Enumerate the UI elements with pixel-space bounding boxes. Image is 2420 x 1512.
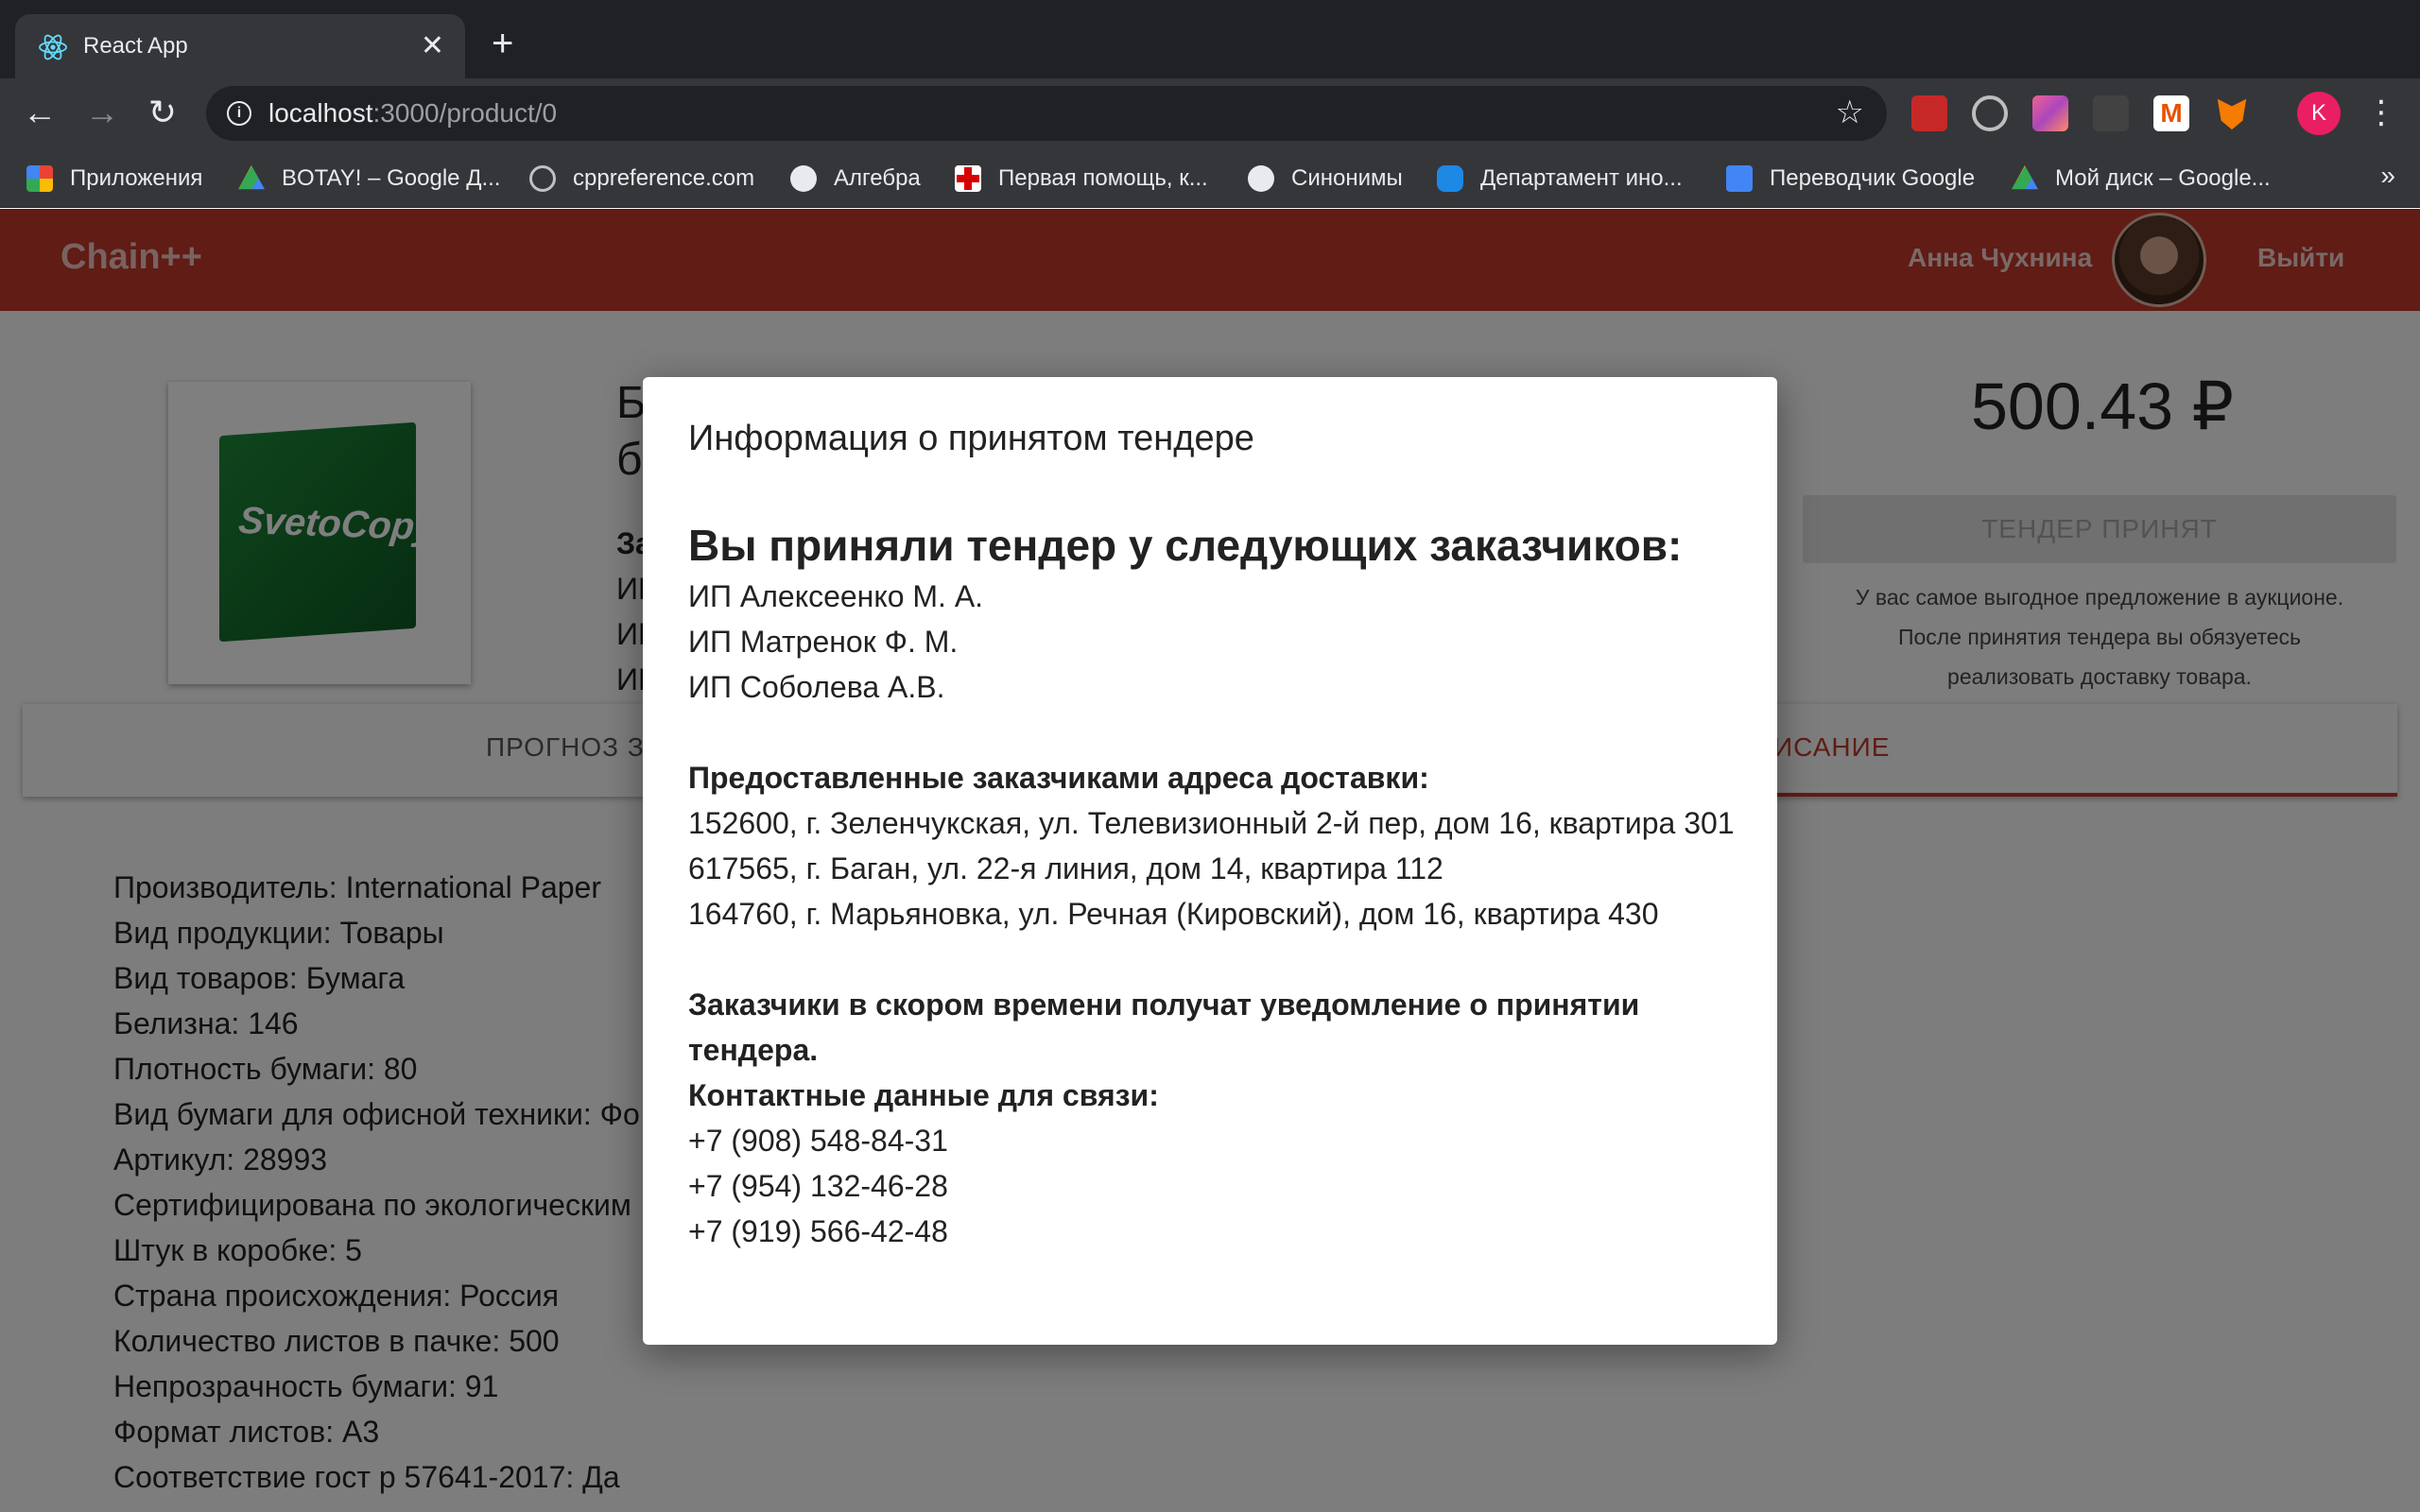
bookmark-first-aid[interactable]: Первая помощь, к... (955, 161, 1208, 197)
react-icon (39, 34, 67, 60)
bookmark-label: Синонимы (1291, 165, 1403, 191)
address-item: 617565, г. Баган, ул. 22-я линия, дом 14… (688, 851, 1443, 885)
address-item: 152600, г. Зеленчукская, ул. Телевизионн… (688, 806, 1735, 840)
google-drive-icon (238, 165, 265, 190)
address-item: 164760, г. Марьяновка, ул. Речная (Киров… (688, 897, 1659, 931)
phone-item: +7 (954) 132-46-28 (688, 1169, 948, 1203)
bookmark-algebra[interactable]: Алгебра (790, 161, 921, 197)
metamask-fox-icon[interactable] (2217, 98, 2247, 130)
red-cross-icon (955, 165, 981, 192)
bookmark-my-drive[interactable]: Мой диск – Google... (2012, 161, 2271, 197)
bookmark-synonyms[interactable]: Синонимы (1248, 161, 1403, 197)
reload-icon[interactable]: ↻ (144, 94, 182, 131)
customer-item: ИП Матренок Ф. М. (688, 625, 959, 659)
page: Chain++ Анна Чухнина Выйти SvetoCopy Б б… (0, 209, 2420, 1512)
forward-arrow-icon[interactable]: → (83, 94, 121, 131)
new-tab-icon[interactable]: + (492, 25, 513, 62)
phone-item: +7 (908) 548-84-31 (688, 1124, 948, 1158)
bookmark-label: Департамент ино... (1480, 165, 1683, 191)
bookmark-label: Приложения (70, 165, 203, 191)
bookmark-cppreference[interactable]: cppreference.com (529, 161, 754, 197)
bookmark-label: Алгебра (834, 165, 921, 191)
apps-grid-icon (26, 165, 53, 192)
department-icon (1437, 165, 1463, 192)
browser-tab[interactable]: React App ✕ (15, 14, 465, 78)
url-text: localhost:3000/product/0 (268, 98, 557, 129)
google-drive-icon (2012, 165, 2038, 190)
bookmark-label: Переводчик Google (1770, 165, 1976, 191)
browser-toolbar: ← → ↻ i localhost:3000/product/0 ☆ M K ⋮ (0, 78, 2420, 149)
bookmark-apps[interactable]: Приложения (26, 161, 202, 197)
extension-m-icon[interactable]: M (2153, 95, 2189, 131)
site-info-icon[interactable]: i (227, 101, 251, 126)
back-arrow-icon[interactable]: ← (21, 94, 59, 131)
extension-red-icon[interactable] (1911, 95, 1947, 131)
address-bar[interactable]: i localhost:3000/product/0 ☆ (206, 86, 1887, 141)
modal-body: Вы приняли тендер у следующих заказчиков… (688, 517, 1737, 1254)
customer-item: ИП Алексеенко М. А. (688, 579, 984, 613)
contacts-heading: Контактные данные для связи: (688, 1078, 1159, 1112)
extension-dark-icon[interactable] (2093, 95, 2129, 131)
bookmark-label: Мой диск – Google... (2055, 165, 2271, 191)
bookmark-label: BOTAY! – Google Д... (282, 165, 501, 191)
browser-menu-icon[interactable]: ⋮ (2365, 90, 2397, 135)
addresses-heading: Предоставленные заказчиками адреса доста… (688, 761, 1429, 795)
tab-close-icon[interactable]: ✕ (421, 27, 444, 65)
extension-target-icon[interactable] (1972, 95, 2008, 131)
google-translate-icon (1726, 165, 1753, 192)
profile-avatar[interactable]: K (2297, 92, 2341, 135)
cppreference-icon (529, 165, 556, 192)
bookmark-label: Первая помощь, к... (998, 165, 1208, 191)
bookmarks-overflow-icon[interactable]: » (2380, 161, 2395, 191)
url-path: :3000/product/0 (372, 98, 558, 128)
url-host: localhost (268, 98, 373, 128)
customer-item: ИП Соболева А.В. (688, 670, 945, 704)
bookmark-google-translate[interactable]: Переводчик Google (1726, 161, 1975, 197)
browser-tabstrip: React App ✕ + (0, 0, 2420, 78)
modal-title: Информация о принятом тендере (688, 419, 1254, 458)
bookmarks-bar: Приложения BOTAY! – Google Д... cpprefer… (0, 149, 2420, 208)
bookmark-label: cppreference.com (573, 165, 755, 191)
notify-text: Заказчики в скором времени получат уведо… (688, 988, 1640, 1067)
bookmark-star-icon[interactable]: ☆ (1836, 94, 1864, 131)
extension-gradient-icon[interactable] (2032, 95, 2068, 131)
phone-item: +7 (919) 566-42-48 (688, 1214, 948, 1248)
globe-icon (790, 165, 817, 192)
tender-info-modal: Информация о принятом тендере Вы приняли… (643, 377, 1777, 1345)
bookmark-department[interactable]: Департамент ино... (1437, 161, 1683, 197)
tab-title: React App (83, 33, 188, 59)
globe-icon (1248, 165, 1274, 192)
bookmark-botay[interactable]: BOTAY! – Google Д... (238, 161, 500, 197)
customers-heading: Вы приняли тендер у следующих заказчиков… (688, 521, 1683, 570)
